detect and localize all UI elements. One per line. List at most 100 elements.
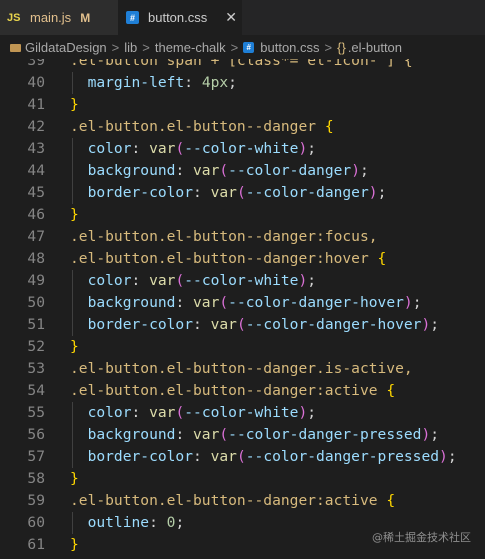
code-token: } [70,96,79,113]
code-line[interactable]: 41} [0,94,485,116]
line-number: 43 [27,140,45,157]
code-token: ( [219,426,229,443]
code-text: color: var(--color-white); [70,270,317,292]
line-number: 41 [27,96,45,113]
code-token: background [70,426,176,443]
code-text: .el-button.el-button--danger { [70,116,334,138]
code-token: margin-left [70,74,185,91]
code-token: .el-button.el-button--danger [70,118,325,135]
line-number: 50 [27,294,45,311]
indent-guide [72,72,73,94]
breadcrumb: GildataDesign > lib > theme-chalk > # bu… [0,35,485,59]
code-text: } [70,336,79,358]
line-number: 39 [27,59,45,69]
code-text: outline: 0; [70,512,185,534]
code-line[interactable]: 58} [0,468,485,490]
code-text: .el-button.el-button--danger.is-active, [70,358,413,380]
breadcrumb-item-lib[interactable]: lib [124,40,137,55]
code-token: var [210,184,237,201]
code-token: outline [70,514,150,531]
code-token: } [70,338,79,355]
breadcrumb-separator: > [142,39,150,55]
code-token: --color-danger [228,162,352,179]
indent-guide [72,270,73,336]
code-token: } [70,470,79,487]
code-token: ; [307,140,317,157]
code-token: ( [236,184,246,201]
breadcrumb-item-button-css[interactable]: button.css [260,40,319,55]
code-token: { [377,250,387,267]
folder-icon [10,42,21,52]
code-token: : [184,74,202,91]
javascript-file-icon: JS [7,11,21,24]
code-text: color: var(--color-white); [70,402,317,424]
code-editor[interactable]: 39 .el-button span + [class*="el-icon-"] … [0,59,485,559]
tab-label: main.js [30,10,72,25]
code-token: background [70,294,176,311]
code-token: var [149,140,176,157]
code-token: var [149,272,176,289]
indent-guide [72,138,73,204]
breadcrumb-item-gildatadesign[interactable]: GildataDesign [25,40,107,55]
line-number: 46 [27,206,45,223]
code-token: { [386,382,396,399]
code-line[interactable]: 53 .el-button.el-button--danger.is-active… [0,358,485,380]
code-token: .el-button.el-button--danger:focus, [70,228,378,245]
code-token: ; [377,184,387,201]
line-number: 52 [27,338,45,355]
line-number: 40 [27,74,45,91]
code-line[interactable]: 52} [0,336,485,358]
code-token: --color-danger-pressed [245,448,440,465]
code-text: .el-button.el-button--danger:focus, [70,226,378,248]
line-number: 53 [27,360,45,377]
tab-main-js[interactable]: JS main.js M [0,0,118,35]
code-token: ; [430,426,440,443]
code-token: var [193,426,220,443]
code-text: } [70,204,79,226]
code-token: ; [447,448,457,465]
line-number: 44 [27,162,45,179]
code-token: : [149,514,167,531]
code-token: : [193,448,211,465]
code-text: margin-left: 4px; [70,72,237,94]
code-line[interactable]: 48 .el-button.el-button--danger:hover { [0,248,485,270]
breadcrumb-item-theme-chalk[interactable]: theme-chalk [155,40,226,55]
code-line[interactable]: 54 .el-button.el-button--danger:active { [0,380,485,402]
watermark: @稀土掘金技术社区 [372,531,471,544]
code-token: ) [298,272,308,289]
code-text: .el-button.el-button--danger:hover { [70,248,386,270]
code-token: ; [228,74,237,91]
indent-guide [72,512,73,534]
code-token: var [149,404,176,421]
code-line[interactable]: 46} [0,204,485,226]
line-number: 55 [27,404,45,421]
line-number: 48 [27,250,45,267]
code-line[interactable]: 39 .el-button span + [class*="el-icon-"] … [0,59,485,72]
tab-label: button.css [148,10,208,25]
code-line[interactable]: 42 .el-button.el-button--danger { [0,116,485,138]
code-text: border-color: var(--color-danger-pressed… [70,446,457,468]
close-icon[interactable]: ✕ [225,9,237,26]
breadcrumb-item-el-button[interactable]: .el-button [348,40,402,55]
code-token: ( [175,140,185,157]
tab-button-css[interactable]: # button.css ✕ [118,0,242,35]
breadcrumb-separator: > [230,39,239,55]
code-token: : [131,140,150,157]
code-line[interactable]: 47 .el-button.el-button--danger:focus, [0,226,485,248]
code-token: --color-danger-hover [245,316,422,333]
code-line[interactable]: 59 .el-button.el-button--danger:active { [0,490,485,512]
code-token: .el-button.el-button--danger:hover [70,250,378,267]
code-token: color [70,140,132,157]
line-number: 51 [27,316,45,333]
code-token: .el-button span + [class*="el-icon-"] { [70,59,413,69]
code-token: ) [403,294,413,311]
code-token: ) [351,162,360,179]
code-token: ; [430,316,440,333]
code-token: --color-white [184,272,299,289]
code-token: ; [359,162,369,179]
code-token: } [70,536,79,553]
code-token: : [175,162,194,179]
modified-status-badge: M [80,10,91,25]
code-token: .el-button.el-button--danger:active [70,492,387,509]
line-number: 49 [27,272,45,289]
